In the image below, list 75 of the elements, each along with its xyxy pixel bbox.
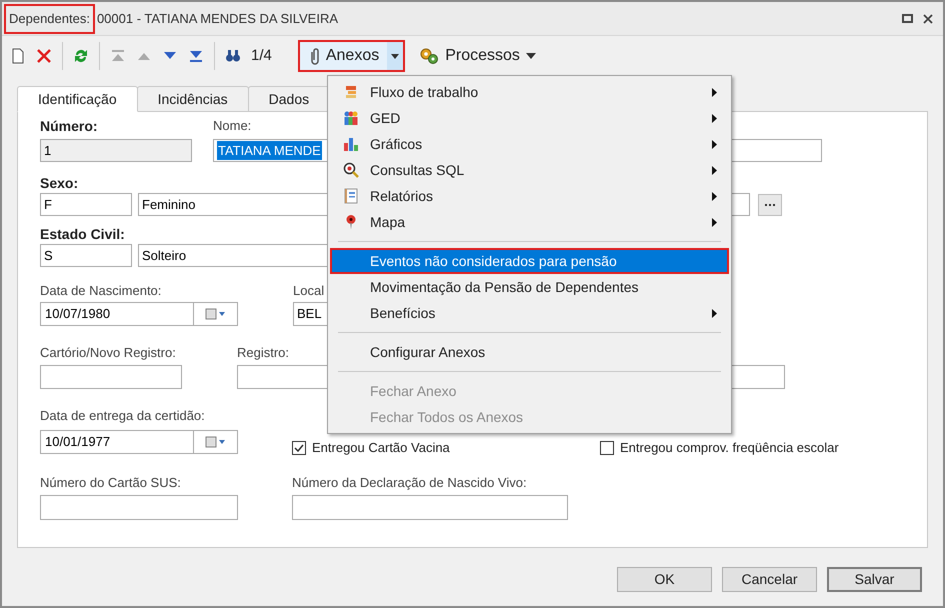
lookup-button[interactable] bbox=[758, 194, 782, 216]
field-value: 1 bbox=[44, 142, 52, 160]
caret-icon bbox=[526, 53, 536, 59]
window-title-label: Dependentes: bbox=[4, 4, 95, 34]
binoculars-icon[interactable] bbox=[225, 48, 241, 64]
record-counter: 1/4 bbox=[251, 46, 272, 66]
delete-icon[interactable] bbox=[36, 48, 52, 64]
field-label: Sexo: bbox=[40, 174, 78, 192]
selected-text: TATIANA MENDE bbox=[217, 140, 322, 160]
report-icon bbox=[343, 188, 359, 204]
processes-button[interactable]: Processos bbox=[415, 41, 540, 71]
field-value: F bbox=[44, 196, 52, 214]
menu-item[interactable]: GED bbox=[330, 105, 729, 131]
checkmark-icon bbox=[294, 444, 304, 452]
field-label: Data de entrega da certidão: bbox=[40, 407, 205, 425]
dialog-button[interactable]: Cancelar bbox=[722, 567, 817, 592]
date-field[interactable]: 10/07/1980 bbox=[40, 302, 238, 326]
date-field[interactable]: 10/01/1977 bbox=[40, 430, 238, 454]
last-record-icon[interactable] bbox=[188, 48, 204, 64]
field-label: Nome: bbox=[213, 117, 252, 135]
menu-item[interactable]: Eventos não considerados para pensão bbox=[330, 248, 729, 274]
menu-item[interactable]: Consultas SQL bbox=[330, 157, 729, 183]
field-label: Número: bbox=[40, 117, 98, 135]
field-label: Estado Civil: bbox=[40, 225, 125, 243]
workflow-icon bbox=[343, 84, 359, 100]
field-value: Solteiro bbox=[142, 246, 186, 265]
submenu-arrow-icon bbox=[712, 218, 717, 226]
checkbox-label: Entregou Cartão Vacina bbox=[312, 439, 450, 457]
input-field[interactable]: F bbox=[40, 193, 132, 216]
checkbox-label: Entregou comprov. freqüência escolar bbox=[620, 439, 839, 457]
calendar-icon bbox=[204, 436, 226, 448]
menu-item[interactable]: Benefícios bbox=[330, 300, 729, 326]
menu-item[interactable]: Gráficos bbox=[330, 131, 729, 157]
field-label: Data de Nascimento: bbox=[40, 282, 162, 300]
submenu-arrow-icon bbox=[712, 308, 717, 318]
input-field[interactable] bbox=[292, 494, 568, 520]
window-title: 00001 - TATIANA MENDES DA SILVEIRA bbox=[96, 10, 338, 26]
tab[interactable]: Identificação bbox=[17, 86, 138, 112]
checkbox[interactable] bbox=[292, 440, 306, 455]
dialog-button[interactable]: OK bbox=[617, 567, 712, 592]
menu-item[interactable]: Fluxo de trabalho bbox=[330, 79, 729, 105]
gears-icon bbox=[419, 47, 440, 65]
dialog-button[interactable]: Salvar bbox=[827, 567, 922, 592]
refresh-icon[interactable] bbox=[73, 48, 89, 64]
field-value: Feminino bbox=[142, 196, 196, 214]
menu-item[interactable]: Configurar Anexos bbox=[330, 339, 729, 365]
field-label: Cartório/Novo Registro: bbox=[40, 344, 176, 362]
field-value: BEL bbox=[297, 305, 322, 324]
submenu-arrow-icon bbox=[712, 140, 717, 148]
magnifier-icon bbox=[343, 162, 359, 178]
checkbox[interactable] bbox=[600, 440, 614, 455]
restore-icon[interactable] bbox=[902, 14, 913, 23]
menu-item[interactable]: Mapa bbox=[330, 209, 729, 235]
menu-item[interactable]: Movimentação da Pensão de Dependentes bbox=[330, 274, 729, 300]
attachments-button[interactable]: Anexos bbox=[300, 42, 388, 70]
submenu-arrow-icon bbox=[712, 192, 717, 200]
bar-chart-icon bbox=[343, 136, 359, 152]
field-label: Registro: bbox=[237, 344, 290, 362]
field-label: Número do Cartão SUS: bbox=[40, 474, 181, 492]
calendar-icon bbox=[204, 308, 226, 320]
close-icon[interactable] bbox=[923, 14, 933, 24]
input-field[interactable] bbox=[40, 494, 238, 520]
caret-icon bbox=[391, 54, 400, 58]
new-document-icon[interactable] bbox=[10, 48, 26, 64]
input-field[interactable] bbox=[40, 365, 182, 389]
submenu-arrow-icon bbox=[712, 88, 717, 96]
menu-item[interactable]: Relatórios bbox=[330, 183, 729, 209]
field-label: Número da Declaração de Nascido Vivo: bbox=[292, 474, 527, 492]
people-icon bbox=[343, 110, 359, 126]
field-value: S bbox=[44, 246, 53, 265]
input-field[interactable]: S bbox=[40, 244, 132, 267]
submenu-arrow-icon bbox=[712, 114, 717, 122]
field-label: Local bbox=[293, 282, 324, 300]
submenu-arrow-icon bbox=[712, 166, 717, 174]
attachments-dropdown-button[interactable] bbox=[387, 42, 404, 70]
